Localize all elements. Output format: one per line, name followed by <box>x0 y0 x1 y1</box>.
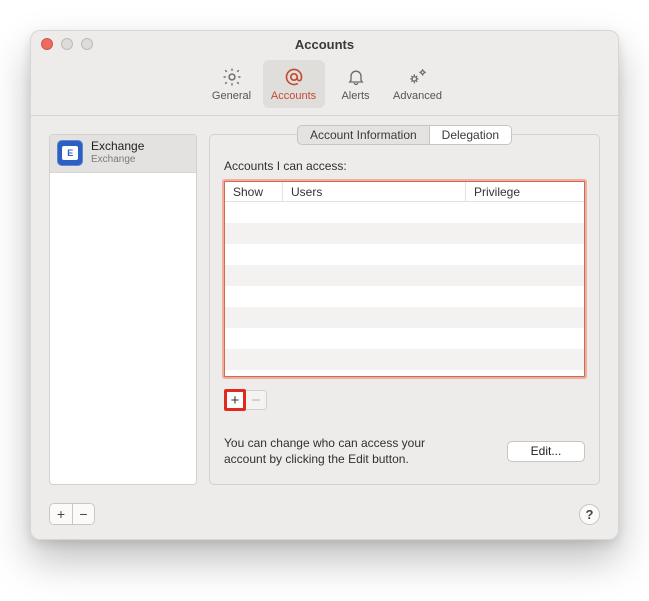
table-row <box>225 244 584 265</box>
column-show[interactable]: Show <box>225 182 283 201</box>
column-users[interactable]: Users <box>283 182 466 201</box>
window-title: Accounts <box>295 37 354 52</box>
account-item-exchange[interactable]: E Exchange Exchange <box>50 135 196 173</box>
table-row <box>225 286 584 307</box>
table-row <box>225 265 584 286</box>
tab-alerts[interactable]: Alerts <box>325 60 387 108</box>
remove-account-button[interactable]: − <box>72 504 94 524</box>
tab-accounts[interactable]: Accounts <box>263 60 325 108</box>
content-area: E Exchange Exchange Account Information … <box>31 116 618 539</box>
account-name: Exchange <box>91 140 144 154</box>
column-privilege[interactable]: Privilege <box>466 182 584 201</box>
accounts-list[interactable]: E Exchange Exchange <box>49 134 197 485</box>
minimize-window-button[interactable] <box>61 38 73 50</box>
edit-button[interactable]: Edit... <box>507 441 585 462</box>
gear-icon <box>221 66 243 88</box>
tab-general[interactable]: General <box>201 60 263 108</box>
tab-label: Accounts <box>271 90 316 102</box>
exchange-icon: E <box>57 140 83 166</box>
panel-tabs: Account Information Delegation <box>297 125 512 145</box>
table-row <box>225 328 584 349</box>
accounts-sidebar: E Exchange Exchange <box>49 134 197 485</box>
add-account-button[interactable]: + <box>50 504 72 524</box>
tab-advanced[interactable]: Advanced <box>387 60 449 108</box>
access-label: Accounts I can access: <box>224 159 585 173</box>
window-controls <box>41 38 93 50</box>
help-button[interactable]: ? <box>579 504 600 525</box>
close-window-button[interactable] <box>41 38 53 50</box>
preferences-window: Accounts General Accounts <box>30 30 619 540</box>
table-row <box>225 202 584 223</box>
table-row <box>225 307 584 328</box>
titlebar: Accounts <box>31 31 618 58</box>
tab-account-information[interactable]: Account Information <box>298 126 429 144</box>
delegation-access-table[interactable]: Show Users Privilege <box>224 181 585 377</box>
add-delegate-button[interactable]: + <box>224 389 246 411</box>
tab-label: Alerts <box>341 90 369 102</box>
table-row <box>225 349 584 370</box>
account-add-remove: + − <box>49 503 95 525</box>
account-subtitle: Exchange <box>91 154 144 166</box>
window-bottom-bar: + − ? <box>49 497 600 525</box>
gears-icon <box>406 66 430 88</box>
main-panel: Account Information Delegation Accounts … <box>209 134 600 485</box>
tab-delegation[interactable]: Delegation <box>429 126 511 144</box>
zoom-window-button[interactable] <box>81 38 93 50</box>
delegation-hint: You can change who can access your accou… <box>224 435 454 467</box>
tab-label: Advanced <box>393 90 442 102</box>
bell-icon <box>346 66 366 88</box>
preferences-toolbar: General Accounts Alerts <box>31 58 618 116</box>
remove-delegate-button[interactable]: − <box>246 390 267 410</box>
tab-label: General <box>212 90 251 102</box>
at-icon <box>283 66 305 88</box>
table-header: Show Users Privilege <box>225 182 584 202</box>
table-row <box>225 223 584 244</box>
